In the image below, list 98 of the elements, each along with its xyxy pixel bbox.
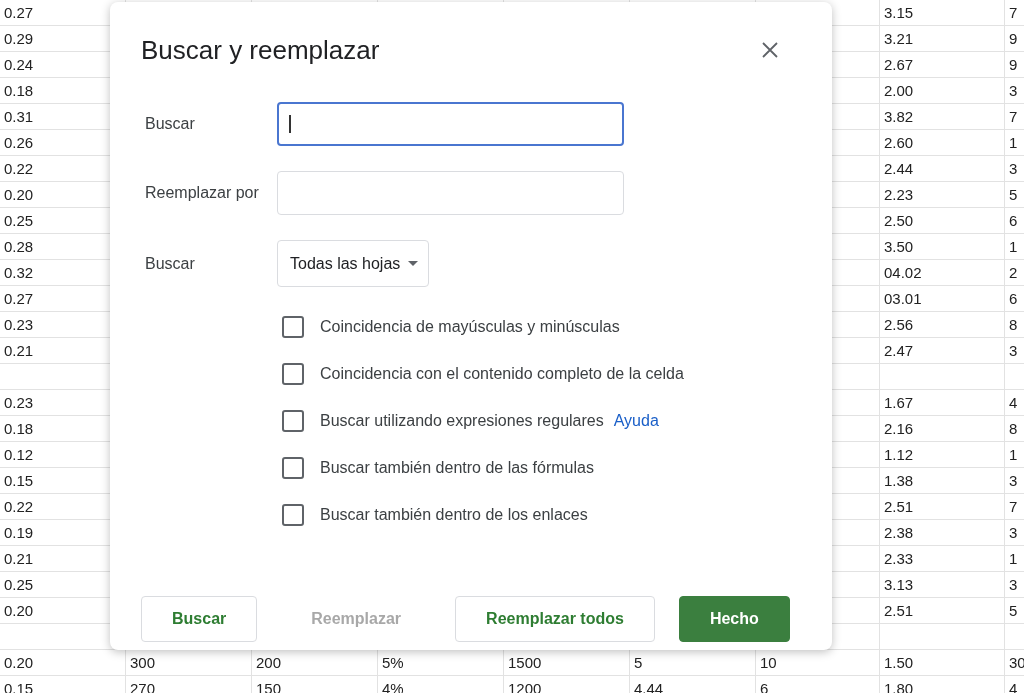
- table-cell: 10: [760, 654, 777, 671]
- dialog-title: Buscar y reemplazar: [141, 34, 380, 66]
- table-cell: 5%: [382, 654, 404, 671]
- checkbox[interactable]: [282, 315, 304, 338]
- table-cell: 0.31: [4, 108, 34, 125]
- table-cell: 5: [634, 654, 643, 671]
- field-label: Buscar: [144, 115, 196, 133]
- table-cell: 8: [1009, 420, 1018, 437]
- table-cell: 0.26: [4, 134, 34, 151]
- table-cell: 7: [1009, 498, 1018, 515]
- table-cell: 0.24: [4, 56, 34, 73]
- table-cell: 0.20: [4, 186, 34, 203]
- table-cell: 200: [256, 654, 282, 671]
- table-cell: 0.19: [4, 524, 34, 541]
- table-cell: 0.29: [4, 30, 34, 47]
- dialog-button[interactable]: Reemplazar todos: [455, 596, 655, 642]
- table-cell: 3: [1009, 342, 1018, 359]
- table-cell: 3: [1009, 524, 1018, 541]
- table-cell: 0.20: [4, 654, 34, 671]
- table-cell: 04.02: [884, 264, 922, 281]
- table-cell: 3: [1009, 160, 1018, 177]
- table-cell: 1500: [508, 654, 542, 671]
- table-cell: 7: [1009, 4, 1018, 21]
- checkbox-label: Buscar también dentro de los enlaces: [320, 505, 588, 523]
- table-cell: 2.51: [884, 602, 914, 619]
- table-cell: 0.25: [4, 576, 34, 593]
- table-cell: 0.23: [4, 394, 34, 411]
- checkbox-label: Coincidencia con el contenido completo de la celda: [320, 364, 684, 382]
- table-cell: 8: [1009, 316, 1018, 333]
- table-cell: 2.47: [884, 342, 914, 359]
- table-cell: 6: [1009, 290, 1018, 307]
- table-cell: 3.21: [884, 30, 914, 47]
- checkbox[interactable]: [282, 456, 304, 479]
- table-cell: 1.12: [884, 446, 914, 463]
- table-cell: 2.50: [884, 212, 914, 229]
- table-cell: 3.13: [884, 576, 914, 593]
- table-cell: 2.00: [884, 82, 914, 99]
- help-link[interactable]: Ayuda: [613, 411, 659, 429]
- table-cell: 6: [1009, 212, 1018, 229]
- table-cell: 0.12: [4, 446, 34, 463]
- checkbox-label: Buscar también dentro de las fórmulas: [320, 458, 594, 476]
- table-cell: 03.01: [884, 290, 922, 307]
- table-cell: 0.21: [4, 550, 34, 567]
- table-cell: 0.27: [4, 290, 34, 307]
- dropdown[interactable]: Todas las hojas: [277, 240, 430, 287]
- table-cell: 3: [1009, 576, 1018, 593]
- table-cell: 3.50: [884, 238, 914, 255]
- table-cell: 2.44: [884, 160, 914, 177]
- checkbox-label: Coincidencia de mayúsculas y minúsculas: [320, 317, 620, 335]
- table-cell: 0.22: [4, 498, 34, 515]
- checkbox-label: Buscar utilizando expresiones regulares: [320, 411, 604, 429]
- table-cell: 0.23: [4, 316, 34, 333]
- table-cell: 2: [1009, 264, 1018, 281]
- table-cell: 5: [1009, 186, 1018, 203]
- table-cell: 2.60: [884, 134, 914, 151]
- table-cell: 0.32: [4, 264, 34, 281]
- table-cell: 3.15: [884, 4, 914, 21]
- checkbox[interactable]: [282, 503, 304, 526]
- dialog-button[interactable]: Buscar: [141, 596, 258, 642]
- field-label: Buscar: [144, 254, 196, 273]
- table-cell: 3: [1009, 82, 1018, 99]
- table-cell: 1: [1009, 446, 1018, 463]
- table-cell: 1: [1009, 238, 1018, 255]
- checkbox[interactable]: [282, 362, 304, 385]
- table-cell: 5: [1009, 602, 1018, 619]
- table-cell: 0.15: [4, 472, 34, 489]
- table-cell: 3.82: [884, 108, 914, 125]
- table-cell: 2.33: [884, 550, 914, 567]
- table-cell: 0.21: [4, 342, 34, 359]
- table-cell: 1: [1009, 550, 1018, 567]
- table-cell: 2.38: [884, 524, 914, 541]
- field-label: Reemplazar por: [144, 184, 260, 202]
- table-cell: 1.67: [884, 394, 914, 411]
- close-icon[interactable]: [761, 41, 779, 59]
- table-cell: 3: [1009, 472, 1018, 489]
- table-cell: 9: [1009, 30, 1018, 47]
- table-cell: 9: [1009, 56, 1018, 73]
- table-cell: 0.27: [4, 4, 34, 21]
- table-cell: 4: [1009, 394, 1018, 411]
- table-cell: 2.23: [884, 186, 914, 203]
- table-cell: 0.22: [4, 160, 34, 177]
- table-cell: 0.25: [4, 212, 34, 229]
- table-cell: 0.18: [4, 420, 34, 437]
- table-cell: 1: [1009, 134, 1018, 151]
- table-cell: 1.38: [884, 472, 914, 489]
- table-cell: 2.16: [884, 420, 914, 437]
- checkbox[interactable]: [282, 409, 304, 432]
- table-cell: 300: [130, 654, 156, 671]
- input-field[interactable]: [277, 102, 624, 146]
- table-cell: 0.18: [4, 82, 34, 99]
- table-cell: 0.28: [4, 238, 34, 255]
- table-cell: 2.67: [884, 56, 914, 73]
- table-cell: 0.20: [4, 602, 34, 619]
- table-cell: 1.50: [884, 654, 914, 671]
- table-cell: 2.56: [884, 316, 914, 333]
- table-cell: 7: [1009, 108, 1018, 125]
- dialog-button[interactable]: Hecho: [678, 596, 790, 642]
- table-cell: 2.51: [884, 498, 914, 515]
